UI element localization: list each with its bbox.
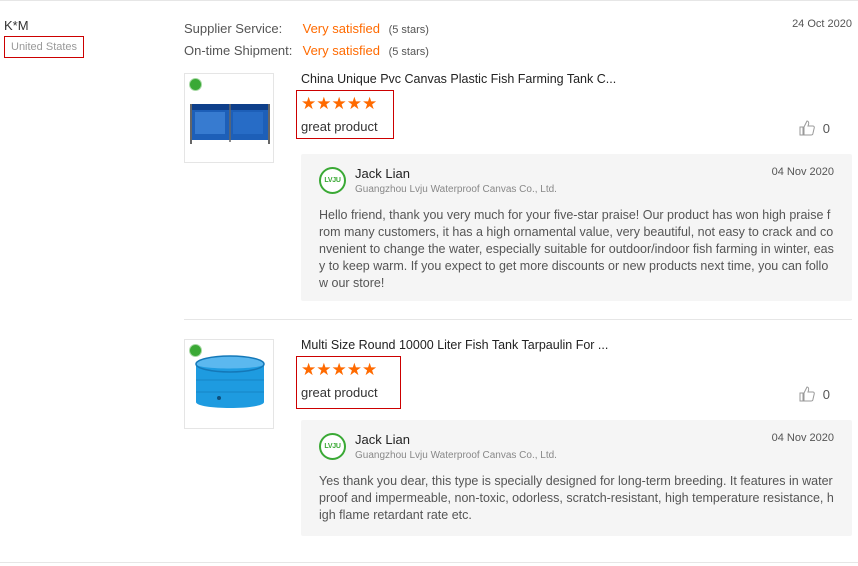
reply-date: 04 Nov 2020 <box>771 432 834 444</box>
reviewer-info: K*M United States <box>4 18 85 58</box>
rating-stars-text: (5 stars) <box>388 24 429 36</box>
verified-badge-icon <box>189 78 202 91</box>
reviewer-country: United States <box>4 36 85 58</box>
rating-stars-text: (5 stars) <box>388 46 429 58</box>
product-thumbnail[interactable] <box>184 73 274 163</box>
like-button[interactable]: 0 <box>799 120 830 136</box>
verified-badge-icon <box>189 344 202 357</box>
company-logo-icon: LVJU <box>319 433 346 460</box>
reply-author: Jack Lian <box>355 432 410 447</box>
rating-value: Very satisfied <box>302 43 380 58</box>
product-thumbnail[interactable] <box>184 339 274 429</box>
reply-text: Yes thank you dear, this type is special… <box>319 474 834 522</box>
review-text: great product <box>301 385 378 400</box>
rating-label: On-time Shipment: <box>184 43 293 58</box>
product-title[interactable]: China Unique Pvc Canvas Plastic Fish Far… <box>301 72 616 86</box>
star-rating: ★★★★★ <box>301 360 378 379</box>
rating-value: Very satisfied <box>302 21 380 36</box>
review-text: great product <box>301 119 378 134</box>
reply-date: 04 Nov 2020 <box>771 166 834 178</box>
reply-text: Hello friend, thank you very much for yo… <box>319 208 834 290</box>
reviewer-name: K*M <box>4 18 29 33</box>
review-highlight: ★★★★★ great product <box>296 90 394 139</box>
like-button[interactable]: 0 <box>799 386 830 402</box>
reply-company: Guangzhou Lvju Waterproof Canvas Co., Lt… <box>355 450 557 461</box>
ratings-summary: Supplier Service: Very satisfied (5 star… <box>184 18 429 62</box>
star-rating: ★★★★★ <box>301 94 378 113</box>
product-divider <box>184 319 852 320</box>
thumbs-up-icon <box>799 386 815 402</box>
like-count: 0 <box>822 386 830 402</box>
product-title[interactable]: Multi Size Round 10000 Liter Fish Tank T… <box>301 338 608 352</box>
like-count: 0 <box>822 120 830 136</box>
top-divider <box>0 0 858 1</box>
company-logo-icon: LVJU <box>319 167 346 194</box>
bottom-divider <box>0 562 858 563</box>
rating-label: Supplier Service: <box>184 21 283 36</box>
review-date: 24 Oct 2020 <box>792 18 852 30</box>
reply-author: Jack Lian <box>355 166 410 181</box>
thumbs-up-icon <box>799 120 815 136</box>
rating-supplier-service: Supplier Service: Very satisfied (5 star… <box>184 18 429 40</box>
seller-reply: LVJU Jack Lian Guangzhou Lvju Waterproof… <box>301 154 852 301</box>
rating-ontime-shipment: On-time Shipment: Very satisfied (5 star… <box>184 40 429 62</box>
seller-reply: LVJU Jack Lian Guangzhou Lvju Waterproof… <box>301 420 852 536</box>
reply-company: Guangzhou Lvju Waterproof Canvas Co., Lt… <box>355 184 557 195</box>
review-highlight: ★★★★★ great product <box>296 356 401 409</box>
